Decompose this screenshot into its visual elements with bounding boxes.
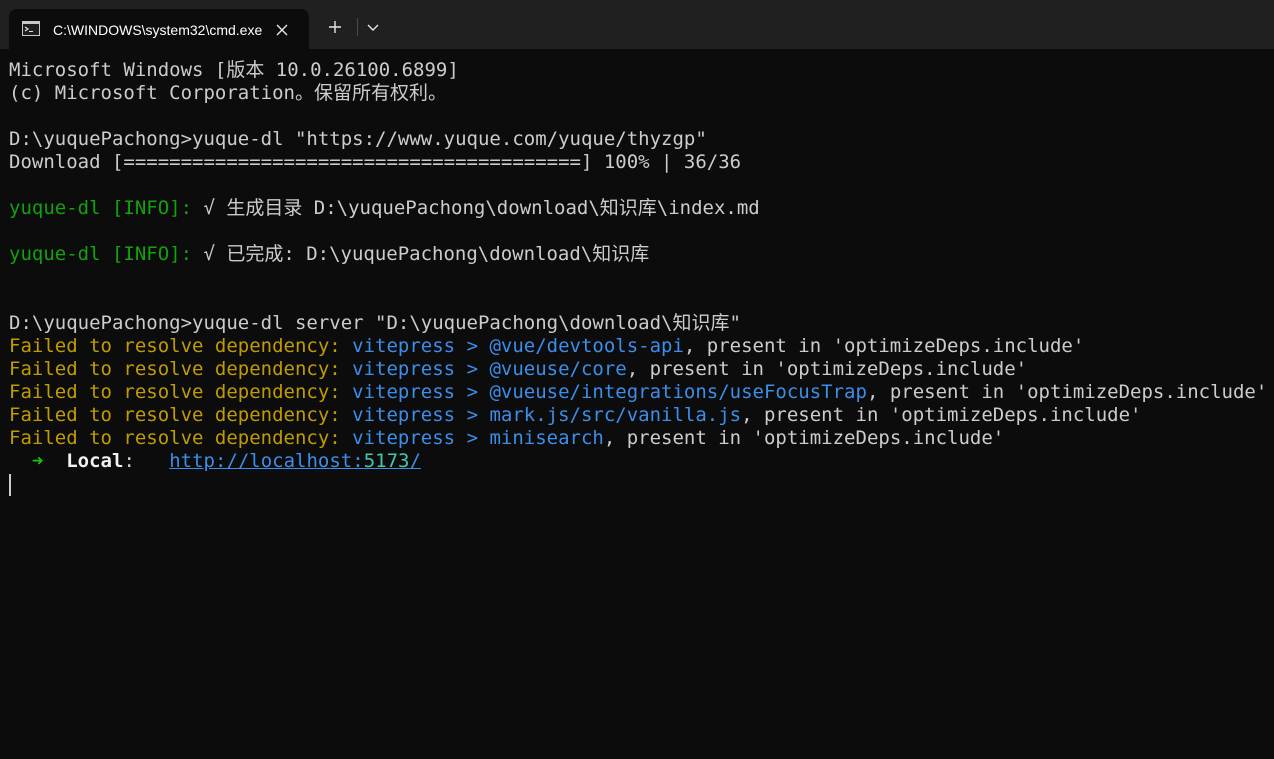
banner-line-2: (c) Microsoft Corporation。保留所有权利。 bbox=[9, 82, 447, 104]
local-url-link[interactable]: http://localhost:5173/ bbox=[169, 450, 421, 472]
command-line-1: D:\yuquePachong>yuque-dl "https://www.yu… bbox=[9, 128, 707, 150]
failure-suffix: , present in 'optimizeDeps.include' bbox=[603, 427, 1005, 449]
failure-dependency: vitepress > mark.js/src/vanilla.js bbox=[340, 404, 742, 426]
terminal-output[interactable]: Microsoft Windows [版本 10.0.26100.6899] (… bbox=[0, 49, 1274, 759]
command-line-2: D:\yuquePachong>yuque-dl server "D:\yuqu… bbox=[9, 312, 741, 334]
local-colon: : bbox=[123, 450, 135, 472]
terminal-lines: Microsoft Windows [版本 10.0.26100.6899] (… bbox=[9, 59, 1274, 473]
local-url-tail: / bbox=[409, 450, 421, 472]
terminal-window: C:\WINDOWS\system32\cmd.exe Microsoft Wi… bbox=[0, 0, 1274, 759]
tab-bar: C:\WINDOWS\system32\cmd.exe bbox=[0, 0, 1274, 49]
failure-suffix: , present in 'optimizeDeps.include' bbox=[683, 335, 1085, 357]
info-prefix: yuque-dl [INFO]: bbox=[9, 243, 193, 265]
failure-line: Failed to resolve dependency: vitepress … bbox=[9, 335, 1274, 358]
text-cursor bbox=[9, 474, 11, 496]
chevron-down-icon[interactable] bbox=[359, 13, 387, 41]
local-url-port: 5173 bbox=[363, 450, 410, 472]
failure-prefix: Failed to resolve dependency: bbox=[9, 381, 341, 403]
info-text: √ 已完成: D:\yuquePachong\download\知识库 bbox=[192, 243, 650, 265]
local-label: Local bbox=[66, 450, 124, 472]
arrow-icon: ➜ bbox=[31, 450, 44, 472]
failure-prefix: Failed to resolve dependency: bbox=[9, 404, 341, 426]
failure-dependency: vitepress > @vueuse/integrations/useFocu… bbox=[340, 381, 867, 403]
failure-line: Failed to resolve dependency: vitepress … bbox=[9, 404, 1274, 427]
banner-line-1: Microsoft Windows [版本 10.0.26100.6899] bbox=[9, 59, 459, 81]
failure-prefix: Failed to resolve dependency: bbox=[9, 335, 341, 357]
failure-dependency: vitepress > minisearch bbox=[340, 427, 604, 449]
failure-line: Failed to resolve dependency: vitepress … bbox=[9, 427, 1274, 450]
tab-divider bbox=[357, 18, 358, 36]
tab-cmd[interactable]: C:\WINDOWS\system32\cmd.exe bbox=[9, 9, 309, 49]
failure-line: Failed to resolve dependency: vitepress … bbox=[9, 381, 1274, 404]
failure-dependency: vitepress > @vueuse/core bbox=[340, 358, 627, 380]
failure-prefix: Failed to resolve dependency: bbox=[9, 358, 341, 380]
failure-suffix: , present in 'optimizeDeps.include' bbox=[741, 404, 1142, 426]
info-line-1: yuque-dl [INFO]: √ 生成目录 D:\yuquePachong\… bbox=[9, 197, 1274, 220]
failure-prefix: Failed to resolve dependency: bbox=[9, 427, 341, 449]
local-server-line: ➜ Local: http://localhost:5173/ bbox=[9, 450, 1274, 473]
cmd-icon bbox=[22, 21, 40, 36]
progress-line: Download [==============================… bbox=[9, 151, 742, 173]
info-prefix: yuque-dl [INFO]: bbox=[9, 197, 193, 219]
failure-suffix: , present in 'optimizeDeps.include' bbox=[866, 381, 1268, 403]
tab-title: C:\WINDOWS\system32\cmd.exe bbox=[53, 22, 263, 38]
info-text: √ 生成目录 D:\yuquePachong\download\知识库\inde… bbox=[192, 197, 760, 219]
info-line-2: yuque-dl [INFO]: √ 已完成: D:\yuquePachong\… bbox=[9, 243, 1274, 266]
local-url-base: http://localhost: bbox=[169, 450, 364, 472]
failure-suffix: , present in 'optimizeDeps.include' bbox=[626, 358, 1028, 380]
close-icon[interactable] bbox=[271, 19, 293, 41]
plus-icon[interactable] bbox=[321, 13, 349, 41]
failure-dependency: vitepress > @vue/devtools-api bbox=[340, 335, 684, 357]
failure-line: Failed to resolve dependency: vitepress … bbox=[9, 358, 1274, 381]
